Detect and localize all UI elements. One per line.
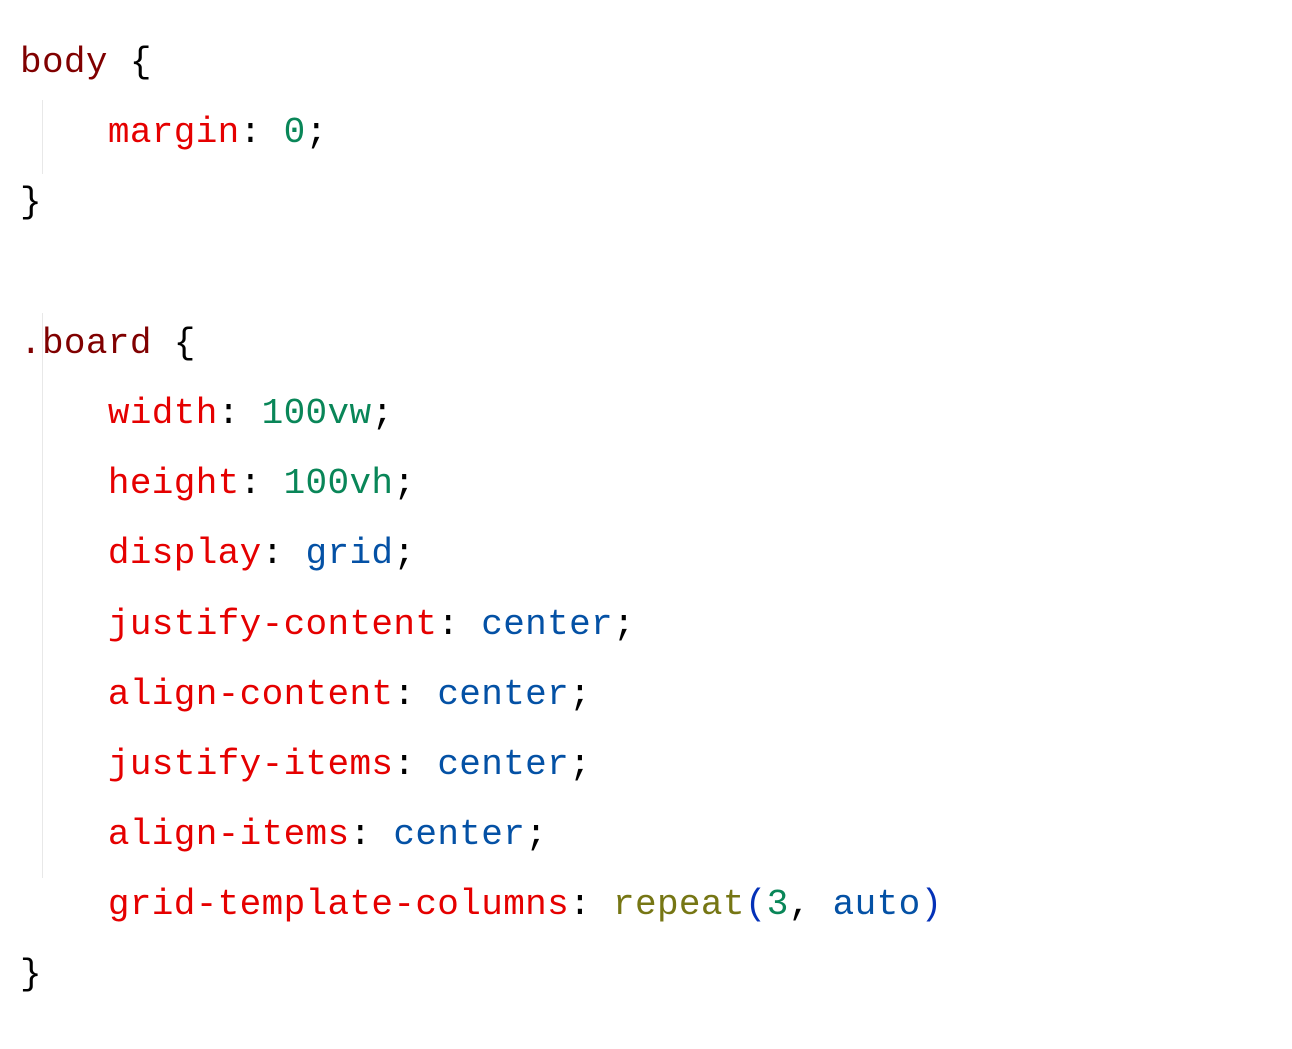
- comma: ,: [789, 884, 811, 925]
- semicolon: ;: [306, 112, 328, 153]
- semicolon: ;: [371, 393, 393, 434]
- css-property: align-items: [108, 814, 350, 855]
- css-property: justify-items: [108, 744, 394, 785]
- indent: [20, 744, 108, 785]
- paren-close: ): [921, 884, 943, 925]
- indent: [20, 884, 108, 925]
- css-value-keyword: center: [459, 604, 613, 645]
- css-property: align-content: [108, 674, 394, 715]
- colon: :: [437, 604, 459, 645]
- css-property: width: [108, 393, 218, 434]
- css-property: margin: [108, 112, 240, 153]
- css-value-keyword: grid: [284, 533, 394, 574]
- colon: :: [262, 533, 284, 574]
- css-function: repeat: [591, 884, 745, 925]
- css-value-number: 100vh: [262, 463, 394, 504]
- css-selector: body: [20, 42, 108, 83]
- indent: [20, 814, 108, 855]
- css-code-editor[interactable]: body { margin: 0; } .board { width: 100v…: [20, 28, 1272, 1011]
- css-value-keyword: center: [415, 744, 569, 785]
- indent: [20, 112, 108, 153]
- css-property: justify-content: [108, 604, 437, 645]
- css-argument-number: 3: [767, 884, 789, 925]
- colon: :: [569, 884, 591, 925]
- css-property: display: [108, 533, 262, 574]
- indent: [20, 463, 108, 504]
- semicolon: ;: [569, 744, 591, 785]
- close-brace: }: [20, 954, 42, 995]
- css-value-keyword: center: [415, 674, 569, 715]
- open-brace: {: [108, 42, 152, 83]
- css-selector: .board: [20, 323, 152, 364]
- semicolon: ;: [393, 533, 415, 574]
- colon: :: [393, 744, 415, 785]
- semicolon: ;: [613, 604, 635, 645]
- indent: [20, 533, 108, 574]
- css-value-number: 0: [262, 112, 306, 153]
- paren-open: (: [745, 884, 767, 925]
- css-property: height: [108, 463, 240, 504]
- colon: :: [240, 463, 262, 504]
- css-property: grid-template-columns: [108, 884, 569, 925]
- semicolon: ;: [569, 674, 591, 715]
- colon: :: [349, 814, 371, 855]
- colon: :: [393, 674, 415, 715]
- indent: [20, 393, 108, 434]
- colon: :: [240, 112, 262, 153]
- indent-guide: [42, 313, 43, 878]
- close-brace: }: [20, 182, 42, 223]
- semicolon: ;: [525, 814, 547, 855]
- css-argument-keyword: auto: [811, 884, 921, 925]
- indent: [20, 604, 108, 645]
- semicolon: ;: [393, 463, 415, 504]
- open-brace: {: [152, 323, 196, 364]
- css-value-keyword: center: [371, 814, 525, 855]
- colon: :: [218, 393, 240, 434]
- css-value-number: 100vw: [240, 393, 372, 434]
- indent-guide: [42, 100, 43, 174]
- indent: [20, 674, 108, 715]
